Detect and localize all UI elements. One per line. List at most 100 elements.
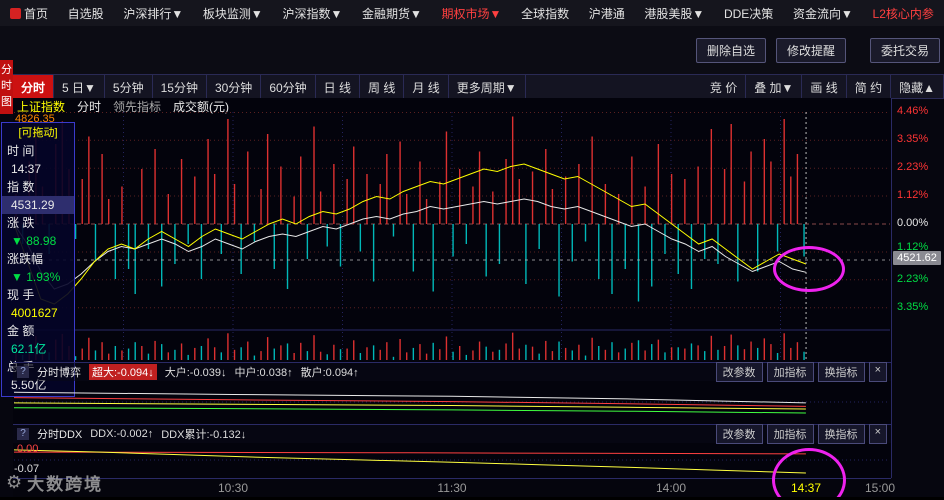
change-params-button[interactable]: 改参数 bbox=[715, 362, 763, 382]
tabs-spacer bbox=[526, 75, 702, 98]
info-value-amount: 62.1亿 bbox=[11, 342, 47, 356]
ddx-value: DDX:-0.002↑ bbox=[90, 428, 154, 440]
volume-label: 成交额(元) bbox=[173, 100, 230, 114]
subchart2-plot[interactable] bbox=[14, 442, 890, 478]
menu-item-options-market[interactable]: 期权市场▼ bbox=[442, 5, 502, 22]
switch-indicator-button[interactable]: 换指标 bbox=[817, 424, 865, 444]
tab-draw-line[interactable]: 画 线 bbox=[802, 75, 847, 98]
info-label-index: 指 数 bbox=[7, 180, 35, 194]
info-value-index: 4531.29 bbox=[2, 196, 74, 214]
subchart2-header: ? 分时DDX DDX:-0.002↑ DDX累计:-0.132↓ 改参数 加指… bbox=[13, 424, 891, 444]
info-value-change-pct: ▼ 1.93% bbox=[11, 270, 61, 284]
retail-order-value: 散户:0.094↑ bbox=[300, 367, 359, 379]
tab-more-periods[interactable]: 更多周期▼ bbox=[449, 75, 526, 98]
question-icon[interactable]: ? bbox=[17, 428, 29, 440]
axis-label-zero: 0.00% bbox=[897, 217, 929, 229]
index-name: 上证指数 bbox=[17, 100, 66, 114]
subchart1-plot[interactable] bbox=[14, 380, 890, 424]
menu-item-hk-connect[interactable]: 沪港通 bbox=[589, 5, 625, 22]
menu-item-l2-insider[interactable]: L2核心内参 bbox=[873, 5, 934, 22]
menu-item-home[interactable]: 首页 bbox=[10, 5, 48, 22]
tab-overlay[interactable]: 叠 加▼ bbox=[746, 75, 803, 98]
chart-mode-label: 分时 bbox=[77, 100, 102, 114]
trade-button[interactable]: 委托交易 bbox=[869, 38, 940, 63]
main-intraday-chart[interactable] bbox=[14, 112, 890, 362]
axis-label-pos: 4.46% bbox=[897, 105, 929, 117]
axis-label-pos: 3.35% bbox=[897, 133, 929, 145]
menu-item-financial-futures[interactable]: 金融期货▼ bbox=[362, 5, 422, 22]
tab-30min[interactable]: 30分钟 bbox=[207, 75, 262, 98]
info-label-change: 涨 跌 bbox=[7, 216, 35, 230]
tab-daily[interactable]: 日 线 bbox=[316, 75, 361, 98]
current-price-tag: 4521.62 bbox=[893, 251, 941, 265]
indicator-name[interactable]: 领先指标 bbox=[113, 98, 161, 114]
close-icon[interactable]: × bbox=[868, 362, 887, 382]
super-large-order-value: 超大:-0.094↓ bbox=[89, 364, 157, 380]
subchart1-header: ? 分时博弈 超大:-0.094↓ 大户:-0.039↓ 中户:0.038↑ 散… bbox=[13, 362, 891, 382]
axis-label-neg: 3.35% bbox=[897, 301, 929, 313]
subchart1-buttons: 改参数 加指标 换指标 × bbox=[715, 362, 887, 382]
tab-brief[interactable]: 简 约 bbox=[847, 75, 892, 98]
chart-header: 上证指数 分时 领先指标 成交额(元) bbox=[17, 98, 230, 114]
watermark: ⚙ 大数跨境 bbox=[6, 470, 103, 495]
subchart2-buttons: 改参数 加指标 换指标 × bbox=[715, 424, 887, 444]
axis-label-pos: 2.23% bbox=[897, 161, 929, 173]
switch-indicator-button[interactable]: 换指标 bbox=[817, 362, 865, 382]
subchart1-title[interactable]: 分时博弈 bbox=[37, 364, 81, 380]
change-params-button[interactable]: 改参数 bbox=[715, 424, 763, 444]
info-label-change-pct: 涨跌幅 bbox=[7, 252, 44, 266]
tab-15min[interactable]: 15分钟 bbox=[153, 75, 207, 98]
menu-item-hk-us-stocks[interactable]: 港股美股▼ bbox=[644, 5, 704, 22]
watermark-text: 大数跨境 bbox=[27, 475, 104, 494]
tab-hide[interactable]: 隐藏▲ bbox=[891, 75, 944, 98]
menu-item-dde[interactable]: DDE决策 bbox=[724, 5, 773, 22]
close-icon[interactable]: × bbox=[868, 424, 887, 444]
axis-label-pos: 1.12% bbox=[897, 189, 929, 201]
menu-item-global-index[interactable]: 全球指数 bbox=[521, 5, 569, 22]
subchart2-title[interactable]: 分时DDX bbox=[37, 426, 82, 442]
period-tabs: 分时 5 日▼ 5分钟 15分钟 30分钟 60分钟 日 线 周 线 月 线 更… bbox=[13, 74, 944, 99]
menu-item-fund-flow[interactable]: 资金流向▼ bbox=[793, 5, 853, 22]
time-label-1030: 10:30 bbox=[217, 481, 249, 495]
quote-info-panel[interactable]: [可拖动] 时 间 14:37 指 数 4531.29 涨 跌 ▼ 88.98 … bbox=[1, 122, 75, 397]
time-label-current: 14:37 bbox=[790, 481, 822, 495]
info-value-time: 14:37 bbox=[11, 162, 42, 176]
drag-hint: [可拖动] bbox=[18, 127, 58, 139]
info-value-current-vol: 4001627 bbox=[11, 306, 58, 320]
question-icon[interactable]: ? bbox=[17, 366, 29, 378]
tab-5min[interactable]: 5分钟 bbox=[105, 75, 153, 98]
menu-item-watchlist[interactable]: 自选股 bbox=[68, 5, 104, 22]
add-indicator-button[interactable]: 加指标 bbox=[766, 424, 814, 444]
menu-item-hs-ranking[interactable]: 沪深排行▼ bbox=[123, 5, 183, 22]
tab-intraday[interactable]: 分时 bbox=[13, 75, 55, 98]
modify-alert-button[interactable]: 修改提醒 bbox=[775, 38, 846, 63]
tab-auction[interactable]: 竞 价 bbox=[702, 75, 747, 98]
add-indicator-button[interactable]: 加指标 bbox=[766, 362, 814, 382]
main-menubar: 首页 自选股 沪深排行▼ 板块监测▼ 沪深指数▼ 金融期货▼ 期权市场▼ 全球指… bbox=[0, 0, 944, 27]
time-label-1400: 14:00 bbox=[655, 481, 687, 495]
axis-label-neg: 2.23% bbox=[897, 273, 929, 285]
tab-5day[interactable]: 5 日▼ bbox=[54, 75, 105, 98]
ddx-cumulative-value: DDX累计:-0.132↓ bbox=[161, 429, 247, 441]
trading-app-window: 首页 自选股 沪深排行▼ 板块监测▼ 沪深指数▼ 金融期货▼ 期权市场▼ 全球指… bbox=[0, 0, 944, 500]
tab-60min[interactable]: 60分钟 bbox=[261, 75, 316, 98]
time-label-1130: 11:30 bbox=[437, 481, 467, 495]
tab-weekly[interactable]: 周 线 bbox=[360, 75, 405, 98]
subchart2-axis-top: 0.00 bbox=[17, 443, 39, 455]
menu-item-label: 首页 bbox=[24, 6, 49, 21]
info-value-change: ▼ 88.98 bbox=[11, 234, 57, 248]
toolbar: 删除自选 修改提醒 委托交易 bbox=[0, 26, 944, 74]
tab-monthly[interactable]: 月 线 bbox=[404, 75, 449, 98]
menu-item-sector-monitor[interactable]: 板块监测▼ bbox=[203, 5, 263, 22]
home-icon bbox=[10, 7, 21, 19]
medium-order-value: 中户:0.038↑ bbox=[234, 367, 293, 379]
toolbar-button-group: 删除自选 修改提醒 委托交易 bbox=[695, 38, 940, 63]
sidebar-tab-intraday[interactable]: 分时图 bbox=[0, 60, 13, 114]
menu-item-hs-index[interactable]: 沪深指数▼ bbox=[282, 5, 342, 22]
delete-watchlist-button[interactable]: 删除自选 bbox=[695, 38, 766, 63]
large-order-value: 大户:-0.039↓ bbox=[164, 367, 227, 379]
info-label-amount: 金 额 bbox=[7, 324, 35, 338]
info-label-time: 时 间 bbox=[7, 144, 35, 158]
time-label-1500: 15:00 bbox=[864, 481, 896, 495]
info-label-current-vol: 现 手 bbox=[7, 288, 35, 302]
